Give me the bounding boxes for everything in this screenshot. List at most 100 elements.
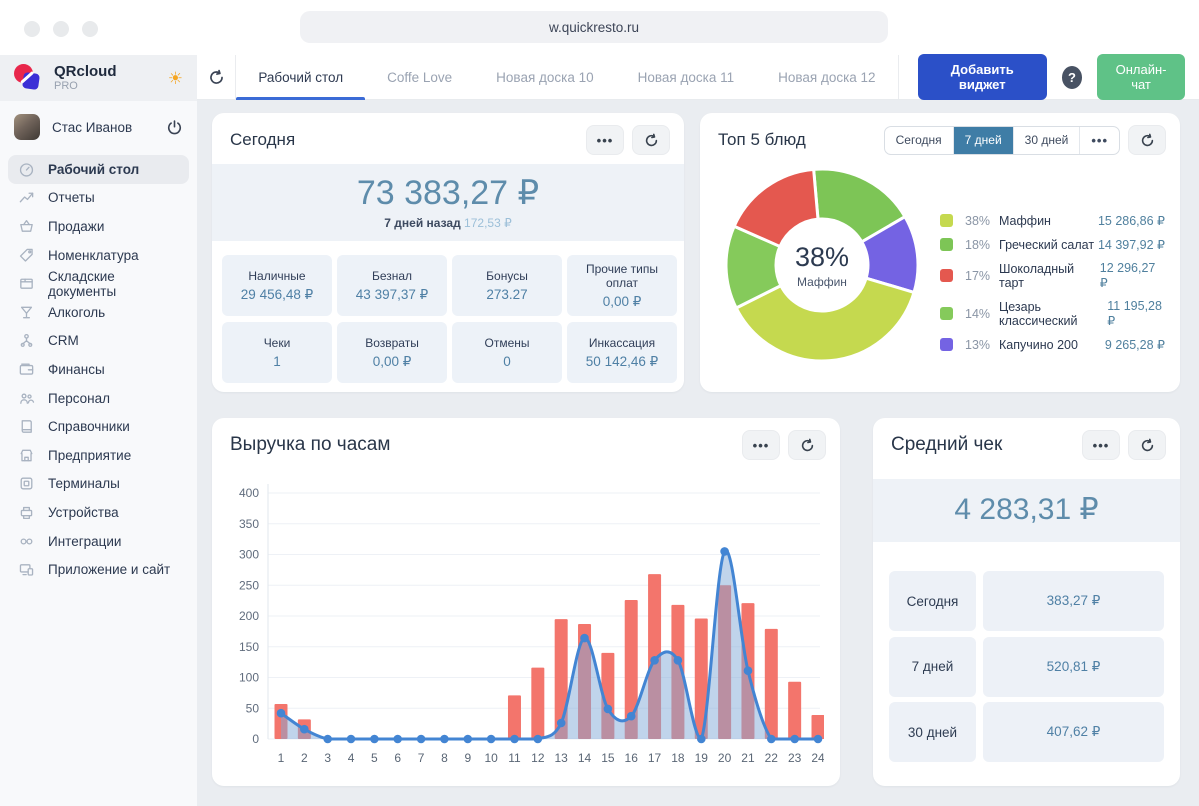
- refresh-widget-button[interactable]: [1128, 125, 1166, 155]
- legend-row: 17% Шоколадный тарт 12 296,27 ₽: [940, 261, 1165, 290]
- dashboard-tabbar: Рабочий стол Coffe Love Новая доска 10 Н…: [197, 55, 1199, 100]
- svg-text:8: 8: [441, 751, 448, 765]
- online-chat-button[interactable]: Онлайн-чат: [1097, 54, 1185, 100]
- svg-text:50: 50: [246, 701, 260, 715]
- refresh-icon: [800, 438, 815, 453]
- widget-title: Средний чек: [891, 434, 1002, 456]
- svg-text:4: 4: [348, 751, 355, 765]
- sidebar-item-label: Предприятие: [48, 448, 131, 463]
- user-row[interactable]: Стас Иванов: [0, 101, 197, 149]
- sidebar-item[interactable]: Отчеты: [8, 184, 189, 213]
- sidebar-item-label: Справочники: [48, 419, 130, 434]
- browser-bar: w.quickresto.ru: [0, 0, 1199, 55]
- svg-text:15: 15: [601, 751, 615, 765]
- svg-text:300: 300: [239, 548, 259, 562]
- refresh-widget-button[interactable]: [788, 430, 826, 460]
- svg-text:250: 250: [239, 578, 259, 592]
- board-tab[interactable]: Новая доска 11: [616, 55, 756, 99]
- widget-average-check: Средний чек ••• 4 283,31 ₽ Сегодня 383,2…: [873, 418, 1180, 786]
- sidebar-item[interactable]: Интеграции: [8, 527, 189, 556]
- avg-check-row: 30 дней 407,62 ₽: [889, 702, 1164, 762]
- legend-row: 38% Маффин 15 286,86 ₽: [940, 213, 1165, 228]
- period-button[interactable]: Сегодня: [885, 127, 953, 154]
- sidebar-item-label: Отчеты: [48, 190, 95, 205]
- window-control-dot[interactable]: [82, 21, 98, 37]
- sidebar-item-label: Терминалы: [48, 476, 120, 491]
- stat-card: Отмены 0: [452, 322, 562, 383]
- svg-text:16: 16: [625, 751, 639, 765]
- sidebar-item[interactable]: CRM: [8, 327, 189, 356]
- top5-legend: 38% Маффин 15 286,86 ₽ 18% Греческий сал…: [940, 213, 1165, 352]
- avg-check-total: 4 283,31 ₽: [873, 492, 1180, 527]
- sidebar-item[interactable]: Рабочий стол: [8, 155, 189, 184]
- svg-text:0: 0: [252, 732, 259, 746]
- widget-title: Сегодня: [230, 130, 295, 150]
- svg-text:10: 10: [484, 751, 498, 765]
- sidebar-item[interactable]: Финансы: [8, 355, 189, 384]
- refresh-widget-button[interactable]: [1128, 430, 1166, 460]
- sidebar-item-label: CRM: [48, 333, 79, 348]
- stat-card: Бонусы 273.27: [452, 255, 562, 316]
- refresh-icon: [208, 69, 225, 86]
- app-site-icon: [17, 561, 35, 579]
- sidebar-item[interactable]: Номенклатура: [8, 241, 189, 270]
- board-tab[interactable]: Рабочий стол: [236, 55, 365, 99]
- avg-check-row: Сегодня 383,27 ₽: [889, 571, 1164, 631]
- directories-icon: [17, 418, 35, 436]
- svg-text:7: 7: [418, 751, 425, 765]
- sidebar: QRcloud PRO ☀ Стас Иванов Рабочий стол О…: [0, 55, 197, 806]
- sidebar-item-label: Приложение и сайт: [48, 562, 170, 577]
- svg-text:13: 13: [554, 751, 568, 765]
- refresh-widget-button[interactable]: [632, 125, 670, 155]
- sidebar-item[interactable]: Предприятие: [8, 441, 189, 470]
- svg-text:5: 5: [371, 751, 378, 765]
- sidebar-item[interactable]: Персонал: [8, 384, 189, 413]
- enterprise-icon: [17, 446, 35, 464]
- sidebar-item[interactable]: Алкоголь: [8, 298, 189, 327]
- terminals-icon: [17, 475, 35, 493]
- more-options-button[interactable]: •••: [586, 125, 624, 155]
- period-button[interactable]: 7 дней: [953, 127, 1013, 154]
- add-widget-button[interactable]: Добавить виджет: [918, 54, 1047, 100]
- period-segmented-control: Сегодня 7 дней 30 дней •••: [884, 126, 1120, 155]
- more-options-button[interactable]: •••: [1079, 127, 1119, 154]
- donut-chart: 38% Маффин: [722, 165, 922, 365]
- board-tab[interactable]: Coffe Love: [365, 55, 474, 99]
- svg-text:9: 9: [464, 751, 471, 765]
- window-control-dot[interactable]: [53, 21, 69, 37]
- hours-bar-line-chart: 0501001502002503003504001234567891011121…: [228, 472, 824, 777]
- board-tab[interactable]: Новая доска 12: [756, 55, 897, 99]
- svg-text:1: 1: [278, 751, 285, 765]
- more-options-button[interactable]: •••: [1082, 430, 1120, 460]
- brand-header: QRcloud PRO ☀: [0, 55, 197, 101]
- sidebar-item-label: Складские документы: [48, 269, 180, 299]
- nomenclature-icon: [17, 246, 35, 264]
- sidebar-item[interactable]: Складские документы: [8, 269, 189, 298]
- sidebar-item-label: Номенклатура: [48, 248, 139, 263]
- sidebar-item-label: Рабочий стол: [48, 162, 139, 177]
- refresh-boards-button[interactable]: [197, 55, 236, 99]
- svg-text:12: 12: [531, 751, 545, 765]
- brand-name: QRcloud: [54, 64, 117, 81]
- stat-card: Прочие типы оплат 0,00 ₽: [567, 255, 677, 316]
- sidebar-item[interactable]: Устройства: [8, 498, 189, 527]
- sun-icon[interactable]: ☀: [168, 70, 183, 87]
- power-icon[interactable]: [166, 119, 183, 136]
- crm-icon: [17, 332, 35, 350]
- address-bar[interactable]: w.quickresto.ru: [300, 11, 888, 43]
- sidebar-item[interactable]: Терминалы: [8, 470, 189, 499]
- board-tab[interactable]: Новая доска 10: [474, 55, 615, 99]
- help-button[interactable]: ?: [1062, 66, 1082, 89]
- sidebar-item[interactable]: Справочники: [8, 412, 189, 441]
- svg-text:6: 6: [394, 751, 401, 765]
- legend-row: 13% Капучино 200 9 265,28 ₽: [940, 337, 1165, 352]
- sidebar-item[interactable]: Продажи: [8, 212, 189, 241]
- widget-top5-dishes: Топ 5 блюд Сегодня 7 дней 30 дней •••: [700, 113, 1180, 392]
- legend-row: 18% Греческий салат 14 397,92 ₽: [940, 237, 1165, 252]
- sidebar-item[interactable]: Приложение и сайт: [8, 555, 189, 584]
- window-control-dot[interactable]: [24, 21, 40, 37]
- more-options-button[interactable]: •••: [742, 430, 780, 460]
- period-button[interactable]: 30 дней: [1013, 127, 1080, 154]
- svg-text:24: 24: [811, 751, 824, 765]
- avg-check-rows: Сегодня 383,27 ₽ 7 дней 520,81 ₽ 30 дней…: [873, 571, 1180, 762]
